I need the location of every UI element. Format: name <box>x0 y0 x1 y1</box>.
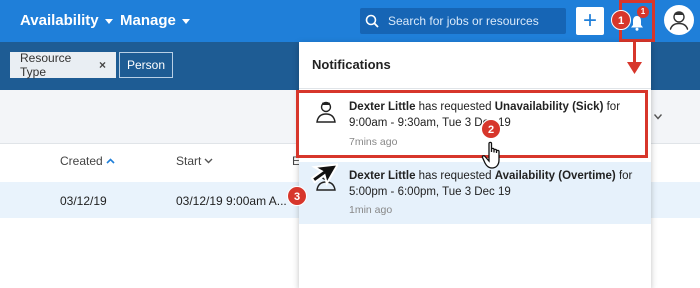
notification-item[interactable]: Dexter Little has requested Unavailabili… <box>296 90 648 158</box>
search-icon <box>360 8 384 34</box>
avatar-person-icon <box>669 11 689 32</box>
sort-ascending-icon <box>106 158 115 164</box>
hand-cursor-icon <box>481 141 500 169</box>
chevron-down-icon <box>104 19 113 24</box>
nav-availability-menu[interactable]: Availability <box>20 12 113 29</box>
notifications-panel: Notifications Dexter Little has requeste… <box>296 42 651 288</box>
callout-badge-3: 3 <box>287 186 307 206</box>
add-button[interactable]: + <box>576 7 604 35</box>
column-header-label: Start <box>176 154 202 168</box>
notification-count-badge: 1 <box>637 6 649 18</box>
arrow-down-icon <box>627 62 642 74</box>
chevron-down-icon <box>181 19 190 24</box>
chevron-down-icon[interactable] <box>654 114 662 120</box>
table-cell-start: 03/12/19 9:00am A... <box>176 194 287 208</box>
filter-chip-label: Resource Type <box>20 51 72 79</box>
divider <box>299 88 651 89</box>
callout-badge-2: 2 <box>481 119 501 139</box>
column-header-created[interactable]: Created <box>60 154 115 168</box>
close-icon[interactable]: × <box>99 58 106 72</box>
notification-type: Unavailability (Sick) <box>494 101 604 113</box>
notification-item[interactable]: Dexter Little has requested Availability… <box>299 162 651 224</box>
panel-title: Notifications <box>312 57 391 72</box>
nav-availability-label: Availability <box>20 12 99 29</box>
notification-message: Dexter Little has requested Availability… <box>349 168 649 200</box>
callout-badge-1: 1 <box>611 10 631 30</box>
table-cell-created: 03/12/19 <box>60 194 107 208</box>
notification-time: 7mins ago <box>349 136 398 148</box>
chevron-down-icon <box>204 158 213 164</box>
notification-sender: Dexter Little <box>349 170 416 182</box>
filter-chip-resource-type[interactable]: Resource Type × <box>10 51 116 79</box>
column-header-label: Created <box>60 154 103 168</box>
top-navigation-bar: Availability Manage Search for jobs or r… <box>0 0 700 42</box>
column-header-start[interactable]: Start <box>176 154 213 168</box>
search-input[interactable]: Search for jobs or resources <box>360 8 566 34</box>
notification-sender: Dexter Little <box>349 101 416 113</box>
person-icon <box>316 101 336 123</box>
user-avatar[interactable] <box>664 5 694 35</box>
filter-chip-person[interactable]: Person <box>119 52 173 78</box>
notification-type: Availability (Overtime) <box>494 170 616 182</box>
notification-verb: has requested <box>415 101 495 113</box>
arrow-cursor-icon <box>310 163 338 187</box>
notification-time: 1min ago <box>349 204 393 216</box>
search-placeholder: Search for jobs or resources <box>388 14 539 28</box>
nav-manage-label: Manage <box>120 12 176 29</box>
notification-verb: has requested <box>415 170 495 182</box>
nav-manage-menu[interactable]: Manage <box>120 12 190 29</box>
